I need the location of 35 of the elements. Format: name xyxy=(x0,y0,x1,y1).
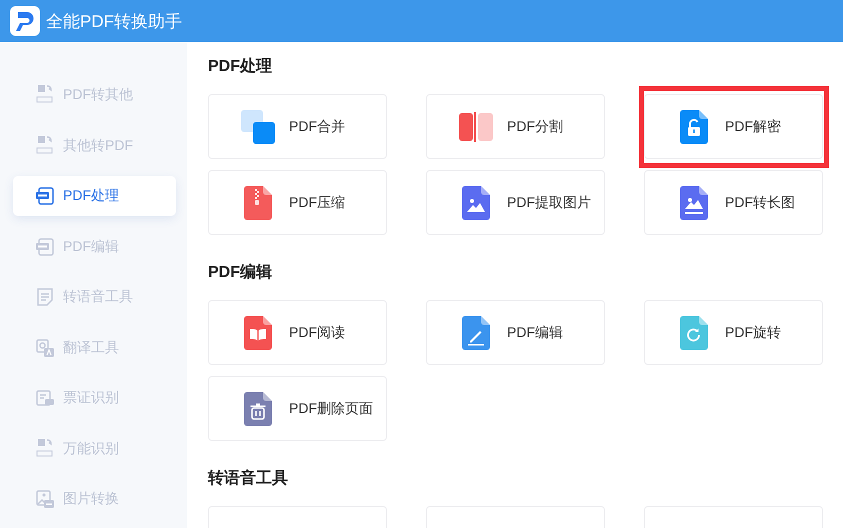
tool-card[interactable]: PDF旋转 xyxy=(644,300,823,365)
section-title: PDF处理 xyxy=(208,56,272,77)
image-document-icon xyxy=(680,186,708,220)
section-title: PDF编辑 xyxy=(208,262,272,283)
tool-card[interactable]: PDF分割 xyxy=(426,94,605,159)
tool-card[interactable]: PDF提取图片 xyxy=(426,170,605,235)
merge-icon xyxy=(241,110,275,144)
section-title: 转语音工具 xyxy=(208,468,288,489)
window-title: 全能PDF转换助手 xyxy=(46,10,182,32)
translate-icon xyxy=(36,338,54,356)
document-icon xyxy=(37,288,53,306)
tool-card[interactable]: PDF压缩 xyxy=(208,170,387,235)
sidebar-item[interactable]: PDF处理 xyxy=(13,176,176,216)
app-logo-icon xyxy=(10,6,40,36)
ticket-icon xyxy=(36,390,54,406)
tool-card[interactable]: PDF编辑 xyxy=(426,300,605,365)
tool-card[interactable]: PDF删除页面 xyxy=(208,376,387,441)
trash-document-icon xyxy=(244,392,272,426)
zip-document-icon xyxy=(244,186,272,220)
tool-card[interactable]: PDF解密 xyxy=(644,94,823,159)
split-icon xyxy=(459,112,493,142)
pdf-convert-icon xyxy=(36,438,54,458)
book-document-icon xyxy=(244,316,272,350)
pdf-convert-icon xyxy=(36,85,54,105)
rotate-document-icon xyxy=(680,316,708,350)
tool-card[interactable]: PDF转长图 xyxy=(644,170,823,235)
tool-card[interactable]: PDF阅读 xyxy=(208,300,387,365)
picture-icon xyxy=(36,490,54,508)
pdf-file-icon xyxy=(36,238,54,256)
image-document-icon xyxy=(462,186,490,220)
pen-document-icon xyxy=(462,316,490,350)
tool-card[interactable]: PDF合并 xyxy=(208,94,387,159)
lock-document-icon xyxy=(680,110,708,144)
pdf-file-icon xyxy=(36,187,54,205)
pdf-convert-icon xyxy=(36,136,54,156)
